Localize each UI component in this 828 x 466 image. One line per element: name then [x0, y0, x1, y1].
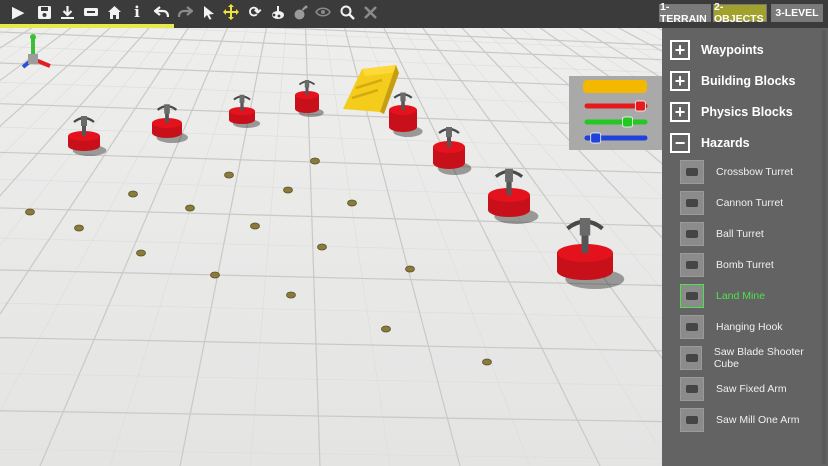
collapse-icon[interactable]: −: [670, 133, 690, 153]
save-icon[interactable]: [34, 2, 54, 22]
play-icon[interactable]: ▶: [8, 2, 28, 22]
paint-icon[interactable]: [268, 2, 288, 22]
land-mine[interactable]: [347, 199, 357, 207]
close-icon[interactable]: [360, 2, 380, 22]
category-label: Hazards: [701, 136, 750, 150]
expand-icon[interactable]: +: [670, 102, 690, 122]
minus-box-icon[interactable]: [81, 2, 101, 22]
redo-icon[interactable]: [175, 2, 195, 22]
land-mine[interactable]: [250, 222, 260, 230]
expand-icon[interactable]: +: [670, 71, 690, 91]
color-swatch[interactable]: [583, 80, 647, 93]
hazard-item[interactable]: Ball Turret: [680, 221, 820, 247]
item-label: Bomb Turret: [716, 259, 774, 271]
item-thumbnail-icon: [680, 346, 702, 370]
info-icon[interactable]: i: [127, 2, 147, 22]
land-mine[interactable]: [283, 186, 293, 194]
item-thumbnail-icon: [680, 191, 704, 215]
item-thumbnail-icon: [680, 315, 704, 339]
hazard-item[interactable]: Land Mine: [680, 283, 820, 309]
land-mine[interactable]: [317, 243, 327, 251]
hazard-item[interactable]: Cannon Turret: [680, 190, 820, 216]
land-mine[interactable]: [224, 171, 234, 179]
item-label: Saw Mill One Arm: [716, 414, 800, 426]
land-mine[interactable]: [286, 291, 296, 299]
3d-viewport[interactable]: [0, 28, 662, 466]
search-icon[interactable]: [337, 2, 357, 22]
land-mine[interactable]: [482, 358, 492, 366]
item-thumbnail-icon: [680, 284, 704, 308]
eye-icon[interactable]: [313, 2, 333, 22]
category-label: Physics Blocks: [701, 105, 793, 119]
item-label: Saw Blade Shooter Cube: [713, 346, 804, 370]
item-label: Crossbow Turret: [716, 166, 794, 178]
land-mine[interactable]: [74, 224, 84, 232]
item-thumbnail-icon: [680, 253, 704, 277]
category-building-blocks[interactable]: + Building Blocks: [670, 68, 795, 94]
land-mine[interactable]: [25, 208, 35, 216]
category-label: Building Blocks: [701, 74, 796, 88]
refresh-icon[interactable]: ⟳: [245, 2, 265, 22]
color-panel: [569, 76, 662, 150]
item-label: Hanging Hook: [716, 321, 783, 333]
scrollbar[interactable]: [822, 30, 826, 464]
item-label: Saw Fixed Arm: [716, 383, 787, 395]
item-label: Land Mine: [716, 290, 766, 302]
scene[interactable]: [0, 28, 662, 466]
item-label: Ball Turret: [716, 228, 764, 240]
undo-icon[interactable]: [151, 2, 171, 22]
item-thumbnail-icon: [680, 222, 704, 246]
tab-objects[interactable]: 2-OBJECTS: [713, 1, 767, 25]
download-icon[interactable]: [57, 2, 77, 22]
tab-terrain[interactable]: 1-TERRAIN: [659, 1, 711, 25]
land-mine[interactable]: [136, 249, 146, 257]
land-mine[interactable]: [210, 271, 220, 279]
floor: [0, 28, 662, 466]
land-mine[interactable]: [310, 157, 320, 165]
hazard-item[interactable]: Saw Mill One Arm: [680, 407, 820, 433]
top-toolbar: ▶ i ⟳ 1-TERRAIN 2-OBJECTS 3-LEVEL: [0, 0, 828, 25]
land-mine[interactable]: [128, 190, 138, 198]
home-icon[interactable]: [104, 2, 124, 22]
color-sliders[interactable]: [584, 100, 648, 144]
category-label: Waypoints: [701, 43, 764, 57]
item-thumbnail-icon: [680, 377, 704, 401]
hazard-item[interactable]: Saw Fixed Arm: [680, 376, 820, 402]
hazard-item[interactable]: Saw Blade Shooter Cube: [680, 345, 820, 371]
item-thumbnail-icon: [680, 160, 704, 184]
hazard-item[interactable]: Crossbow Turret: [680, 159, 820, 185]
bomb-icon[interactable]: [291, 2, 311, 22]
pointer-icon[interactable]: [198, 2, 218, 22]
item-thumbnail-icon: [680, 408, 704, 432]
expand-icon[interactable]: +: [670, 40, 690, 60]
hazard-item[interactable]: Bomb Turret: [680, 252, 820, 278]
tab-level[interactable]: 3-LEVEL: [771, 4, 823, 22]
category-physics-blocks[interactable]: + Physics Blocks: [670, 99, 793, 125]
hazard-item[interactable]: Hanging Hook: [680, 314, 820, 340]
category-waypoints[interactable]: + Waypoints: [670, 37, 764, 63]
land-mine[interactable]: [381, 325, 391, 333]
object-palette: + Waypoints + Building Blocks + Physics Block…: [662, 28, 828, 466]
move-icon[interactable]: [221, 2, 241, 22]
category-hazards[interactable]: − Hazards: [670, 130, 750, 156]
item-label: Cannon Turret: [716, 197, 784, 209]
land-mine[interactable]: [185, 204, 195, 212]
land-mine[interactable]: [405, 265, 415, 273]
